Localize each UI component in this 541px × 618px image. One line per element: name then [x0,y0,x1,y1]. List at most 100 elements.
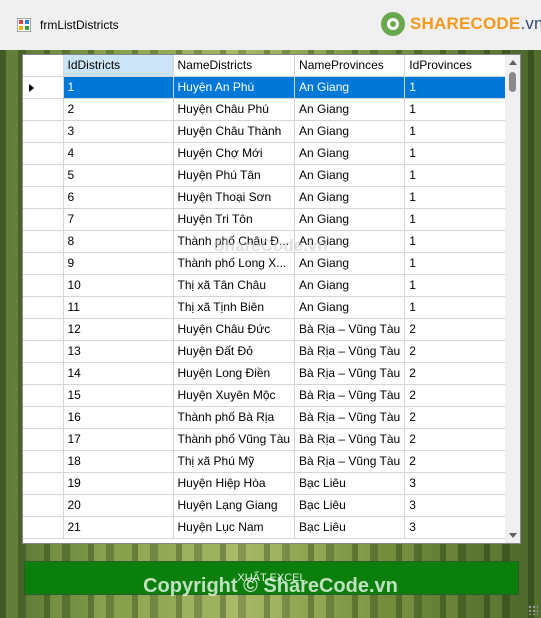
table-row[interactable]: 3 Huyện Châu Thành An Giang 1 [23,120,519,143]
table-cell[interactable]: 3 [404,494,519,517]
table-row[interactable]: 13 Huyện Đất Đỏ Bà Rịa – Vũng Tàu 2 [23,340,519,363]
table-cell[interactable]: Bạc Liêu [294,494,406,517]
table-cell[interactable]: An Giang [294,164,406,187]
table-cell[interactable]: Bà Rịa – Vũng Tàu [294,406,406,429]
table-row[interactable]: 4 Huyện Chợ Mới An Giang 1 [23,142,519,165]
row-header[interactable] [23,98,64,121]
row-header[interactable] [23,296,64,319]
table-cell[interactable]: 2 [404,428,519,451]
table-cell[interactable]: An Giang [294,208,406,231]
table-cell[interactable]: Huyện Châu Phú [173,98,296,121]
table-cell[interactable]: Huyện Châu Thành [173,120,296,143]
table-row[interactable]: 1 Huyện An Phú An Giang 1 [23,76,519,99]
table-cell[interactable]: 17 [63,428,174,451]
table-row[interactable]: 19 Huyện Hiệp Hòa Bạc Liêu 3 [23,472,519,495]
table-cell[interactable]: Thị xã Tân Châu [173,274,296,297]
row-header[interactable] [23,428,64,451]
table-cell[interactable]: Bà Rịa – Vũng Tàu [294,318,406,341]
table-cell[interactable]: 3 [404,516,519,539]
table-cell[interactable]: 2 [404,384,519,407]
table-cell[interactable]: 1 [404,186,519,209]
districts-grid[interactable]: IdDistricts NameDistricts NameProvinces … [22,54,521,544]
table-cell[interactable]: 1 [404,208,519,231]
table-cell[interactable]: 5 [63,164,174,187]
column-header-nameprovinces[interactable]: NameProvinces [294,55,406,77]
table-row[interactable]: 6 Huyện Thoại Sơn An Giang 1 [23,186,519,209]
table-cell[interactable]: An Giang [294,98,406,121]
table-cell[interactable]: 21 [63,516,174,539]
table-cell[interactable]: 10 [63,274,174,297]
table-row[interactable]: 12 Huyện Châu Đức Bà Rịa – Vũng Tàu 2 [23,318,519,341]
row-header[interactable] [23,186,64,209]
table-cell[interactable]: 1 [404,274,519,297]
table-cell[interactable]: An Giang [294,142,406,165]
table-cell[interactable]: Huyện Phú Tân [173,164,296,187]
table-cell[interactable]: An Giang [294,76,406,99]
row-header[interactable] [23,406,64,429]
table-cell[interactable]: Huyện Đất Đỏ [173,340,296,363]
table-cell[interactable]: Bà Rịa – Vũng Tàu [294,450,406,473]
table-row[interactable]: 10 Thị xã Tân Châu An Giang 1 [23,274,519,297]
table-cell[interactable]: Bà Rịa – Vũng Tàu [294,362,406,385]
table-row[interactable]: 17 Thành phố Vũng Tàu Bà Rịa – Vũng Tàu 2 [23,428,519,451]
table-cell[interactable]: Huyện Long Điền [173,362,296,385]
row-header[interactable] [23,274,64,297]
table-cell[interactable]: Huyện Chợ Mới [173,142,296,165]
table-cell[interactable]: Bà Rịa – Vũng Tàu [294,428,406,451]
table-cell[interactable]: Huyện Thoại Sơn [173,186,296,209]
resize-grip[interactable] [528,605,538,615]
table-row[interactable]: 16 Thành phố Bà Rịa Bà Rịa – Vũng Tàu 2 [23,406,519,429]
table-cell[interactable]: Thị xã Phú Mỹ [173,450,296,473]
table-cell[interactable]: 11 [63,296,174,319]
scroll-down-icon[interactable] [509,533,517,538]
table-cell[interactable]: Bạc Liêu [294,516,406,539]
row-header[interactable] [23,76,64,99]
table-cell[interactable]: 16 [63,406,174,429]
table-cell[interactable]: Huyện Lục Nam [173,516,296,539]
table-cell[interactable]: An Giang [294,186,406,209]
row-header-corner[interactable] [23,55,64,77]
table-cell[interactable]: 2 [404,450,519,473]
row-header[interactable] [23,450,64,473]
table-cell[interactable]: 18 [63,450,174,473]
row-header[interactable] [23,318,64,341]
table-cell[interactable]: 1 [404,164,519,187]
table-cell[interactable]: 1 [404,296,519,319]
table-cell[interactable]: An Giang [294,120,406,143]
table-cell[interactable]: 2 [404,340,519,363]
table-cell[interactable]: Thành phố Bà Rịa [173,406,296,429]
table-row[interactable]: 15 Huyện Xuyên Mộc Bà Rịa – Vũng Tàu 2 [23,384,519,407]
scroll-thumb[interactable] [509,72,516,92]
row-header[interactable] [23,142,64,165]
table-cell[interactable]: Thành phố Vũng Tàu [173,428,296,451]
table-cell[interactable]: 3 [404,472,519,495]
table-cell[interactable]: Bà Rịa – Vũng Tàu [294,340,406,363]
table-cell[interactable]: 19 [63,472,174,495]
table-row[interactable]: 5 Huyện Phú Tân An Giang 1 [23,164,519,187]
table-cell[interactable]: 6 [63,186,174,209]
row-header[interactable] [23,472,64,495]
table-cell[interactable]: 14 [63,362,174,385]
table-cell[interactable]: 2 [404,318,519,341]
table-cell[interactable]: 2 [404,406,519,429]
table-cell[interactable]: An Giang [294,274,406,297]
row-header[interactable] [23,164,64,187]
table-cell[interactable]: Huyện Tri Tôn [173,208,296,231]
table-cell[interactable]: Huyện Châu Đức [173,318,296,341]
table-row[interactable]: 11 Thị xã Tịnh Biên An Giang 1 [23,296,519,319]
table-cell[interactable]: 13 [63,340,174,363]
table-cell[interactable]: 20 [63,494,174,517]
table-cell[interactable]: An Giang [294,296,406,319]
table-cell[interactable]: Thị xã Tịnh Biên [173,296,296,319]
vertical-scrollbar[interactable] [505,55,520,543]
column-header-iddistricts[interactable]: IdDistricts [63,55,174,77]
table-cell[interactable]: 15 [63,384,174,407]
column-header-namedistricts[interactable]: NameDistricts [173,55,296,77]
table-cell[interactable]: 7 [63,208,174,231]
table-cell[interactable]: Bạc Liêu [294,472,406,495]
column-header-idprovinces[interactable]: IdProvinces [404,55,519,77]
row-header[interactable] [23,120,64,143]
table-row[interactable]: 14 Huyện Long Điền Bà Rịa – Vũng Tàu 2 [23,362,519,385]
table-cell[interactable]: Huyện Hiệp Hòa [173,472,296,495]
row-header[interactable] [23,362,64,385]
